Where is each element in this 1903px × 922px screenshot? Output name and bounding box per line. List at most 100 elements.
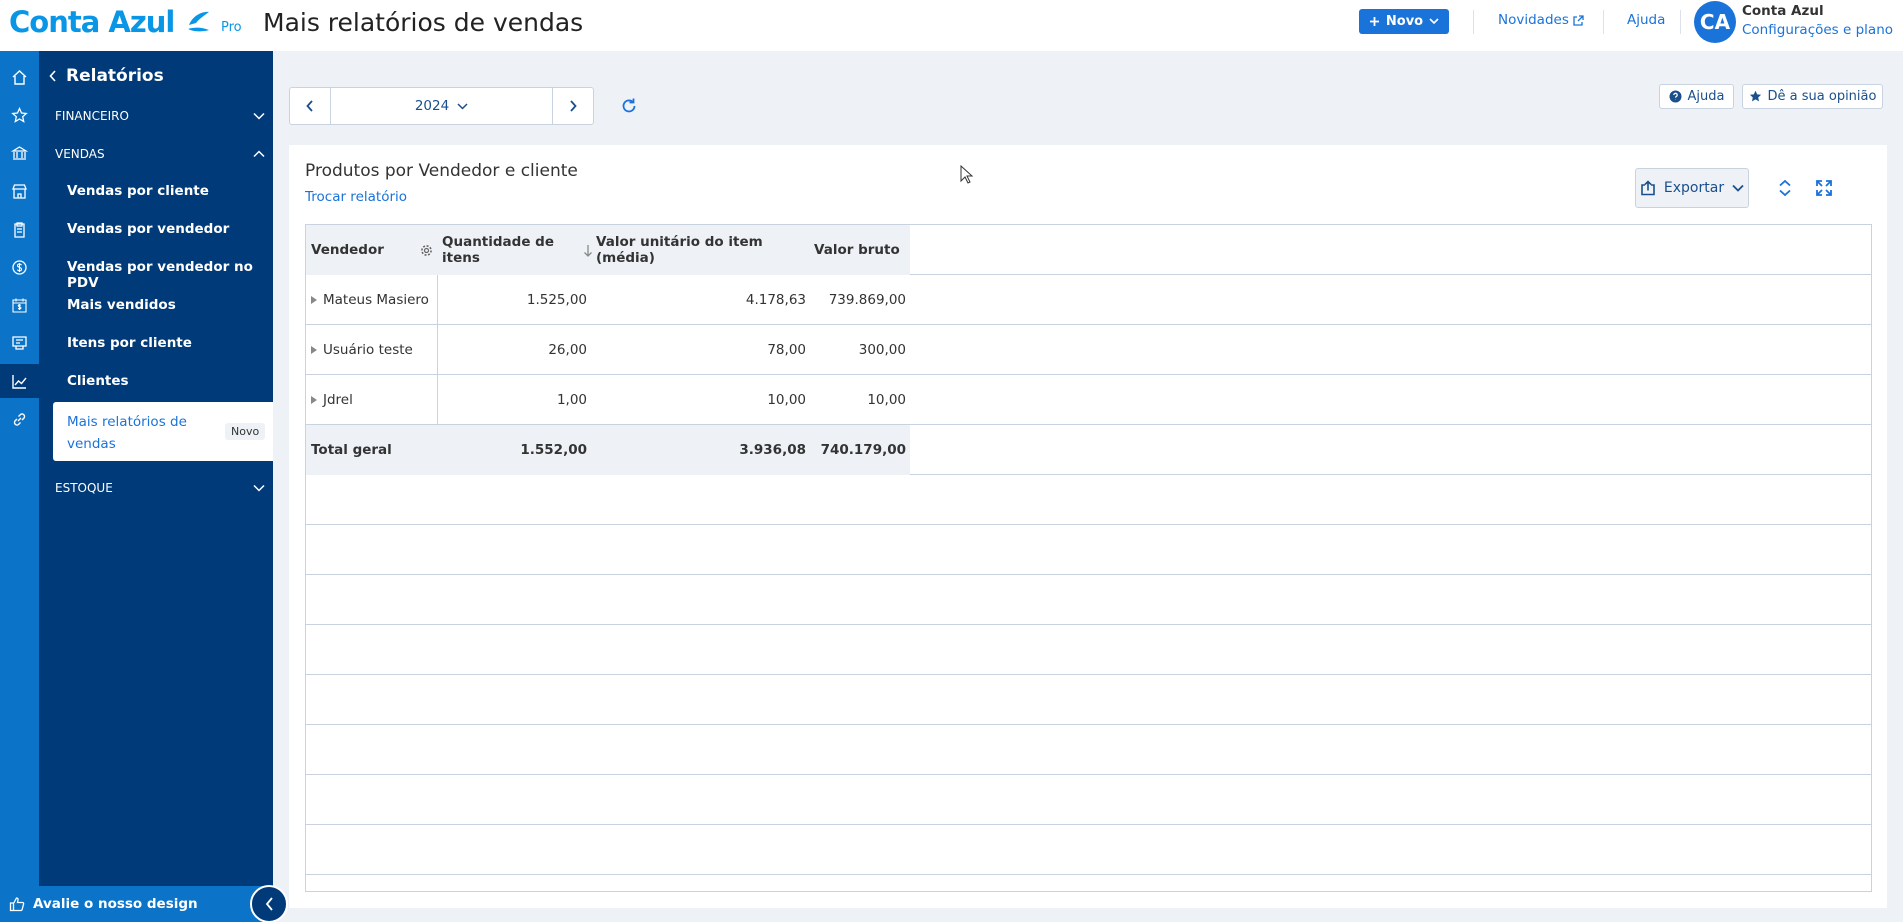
reports-sidebar: Relatórios FINANCEIRO VENDAS Vendas por … [39, 51, 273, 886]
chevron-down-icon [457, 102, 468, 110]
empty-row [306, 775, 1871, 825]
unit-value-cell: 4.178,63 [745, 292, 806, 308]
sidebar-item-vendas-por-cliente[interactable]: Vendas por cliente [67, 183, 209, 199]
pivot-table: Vendedor Quantidade de itens Valor unitá… [305, 224, 1872, 892]
qty-cell: 26,00 [548, 342, 587, 358]
help-link[interactable]: Ajuda [1627, 12, 1665, 28]
calendar-dollar-icon[interactable] [0, 288, 39, 322]
chevron-up-icon [253, 150, 265, 158]
table-total-row: Total geral 1.552,00 3.936,08 740.179,00 [306, 425, 1871, 475]
mouse-cursor-icon [960, 165, 974, 184]
export-button[interactable]: Exportar [1635, 168, 1749, 208]
empty-row [306, 575, 1871, 625]
sidebar-section-vendas[interactable]: VENDAS [55, 147, 265, 161]
empty-row [306, 625, 1871, 675]
column-header-valor-unitario[interactable]: Valor unitário do item (média) [596, 225, 806, 275]
register-icon[interactable] [0, 326, 39, 360]
column-header-quantidade[interactable]: Quantidade de itens [442, 225, 582, 275]
sidebar-item-vendas-por-vendedor[interactable]: Vendas por vendedor [67, 221, 229, 237]
table-row: Jdrel 1,00 10,00 10,00 [306, 375, 1871, 425]
empty-row [306, 475, 1871, 525]
column-header-valor-bruto[interactable]: Valor bruto [814, 225, 904, 275]
year-value: 2024 [414, 98, 450, 114]
expand-triangle-icon[interactable] [311, 296, 317, 304]
bank-icon[interactable] [0, 136, 39, 170]
expand-triangle-icon[interactable] [311, 396, 317, 404]
chevron-down-icon [1732, 184, 1744, 192]
new-badge: Novo [225, 423, 266, 440]
divider [1473, 10, 1474, 34]
avatar[interactable]: CA [1694, 1, 1736, 43]
period-selector: 2024 [289, 87, 594, 125]
sidebar-item-mais-relatorios[interactable]: Mais relatórios de vendas Novo [53, 402, 273, 461]
empty-row [306, 675, 1871, 725]
news-link-label: Novidades [1498, 12, 1569, 28]
qty-cell: 1.525,00 [526, 292, 587, 308]
news-link[interactable]: Novidades [1498, 12, 1584, 28]
empty-row [306, 825, 1871, 875]
unit-value-cell: 10,00 [767, 392, 806, 408]
section-label: FINANCEIRO [55, 109, 129, 123]
chevron-left-icon [265, 897, 273, 911]
new-button[interactable]: Novo [1359, 9, 1449, 34]
rate-design-button[interactable]: Avalie o nosso design [0, 886, 273, 922]
seller-name: Mateus Masiero [323, 292, 429, 308]
help-button[interactable]: Ajuda [1659, 84, 1734, 109]
column-header-vendedor[interactable]: Vendedor [311, 225, 411, 275]
sidebar-back-link[interactable]: Relatórios [49, 66, 164, 86]
column-divider [437, 275, 438, 425]
gross-value-cell: 10,00 [867, 392, 906, 408]
refresh-icon[interactable] [620, 97, 638, 115]
fullscreen-icon[interactable] [1814, 178, 1834, 198]
chevron-down-icon [253, 484, 265, 492]
new-button-label: Novo [1385, 14, 1424, 29]
expand-triangle-icon[interactable] [311, 346, 317, 354]
row-label[interactable]: Usuário teste [306, 325, 437, 375]
sidebar-section-estoque[interactable]: ESTOQUE [55, 481, 265, 495]
divider [1603, 10, 1604, 34]
chart-icon[interactable] [0, 364, 39, 398]
year-dropdown[interactable]: 2024 [330, 88, 553, 124]
sidebar-item-itens-por-cliente[interactable]: Itens por cliente [67, 335, 192, 351]
star-icon[interactable] [0, 98, 39, 132]
table-row: Usuário teste 26,00 78,00 300,00 [306, 325, 1871, 375]
question-circle-icon [1669, 90, 1682, 103]
external-link-icon [1573, 14, 1584, 26]
row-label[interactable]: Jdrel [306, 375, 437, 425]
sidebar-item-clientes[interactable]: Clientes [67, 373, 129, 389]
sidebar-item-label: Mais relatórios de vendas [67, 414, 187, 452]
report-card: Produtos por Vendedor e cliente Trocar r… [289, 145, 1887, 908]
empty-row [306, 725, 1871, 775]
store-icon[interactable] [0, 174, 39, 208]
clipboard-icon[interactable] [0, 212, 39, 246]
gross-value-cell: 300,00 [858, 342, 906, 358]
expand-rows-icon[interactable] [1775, 178, 1795, 198]
sidebar-item-mais-vendidos[interactable]: Mais vendidos [67, 297, 176, 313]
unit-value-cell: 78,00 [767, 342, 806, 358]
switch-report-link[interactable]: Trocar relatório [305, 189, 407, 205]
gear-icon[interactable] [420, 244, 433, 257]
empty-row [306, 525, 1871, 575]
pro-badge: Pro [221, 20, 242, 35]
sidebar-item-vendas-por-vendedor-pdv[interactable]: Vendas por vendedor no PDV [67, 259, 273, 291]
logo[interactable]: Conta Azul [9, 5, 175, 39]
feedback-button[interactable]: Dê a sua opinião [1742, 84, 1883, 109]
empty-row [306, 875, 1871, 891]
previous-period-button[interactable] [290, 88, 330, 124]
next-period-button[interactable] [553, 88, 593, 124]
link-icon[interactable] [0, 402, 39, 436]
settings-plan-link[interactable]: Configurações e plano [1742, 22, 1893, 38]
section-label: ESTOQUE [55, 481, 113, 495]
seller-name: Jdrel [323, 392, 353, 408]
sidebar-section-financeiro[interactable]: FINANCEIRO [55, 109, 265, 123]
dollar-icon[interactable] [0, 250, 39, 284]
home-icon[interactable] [0, 60, 39, 94]
sidebar-title: Relatórios [66, 66, 164, 86]
section-label: VENDAS [55, 147, 105, 161]
row-label[interactable]: Mateus Masiero [306, 275, 437, 325]
collapse-sidebar-button[interactable] [250, 885, 288, 922]
report-title: Produtos por Vendedor e cliente [305, 161, 578, 181]
chevron-down-icon [253, 112, 265, 120]
chevron-right-icon [570, 100, 577, 112]
arrow-down-icon[interactable] [583, 244, 593, 258]
